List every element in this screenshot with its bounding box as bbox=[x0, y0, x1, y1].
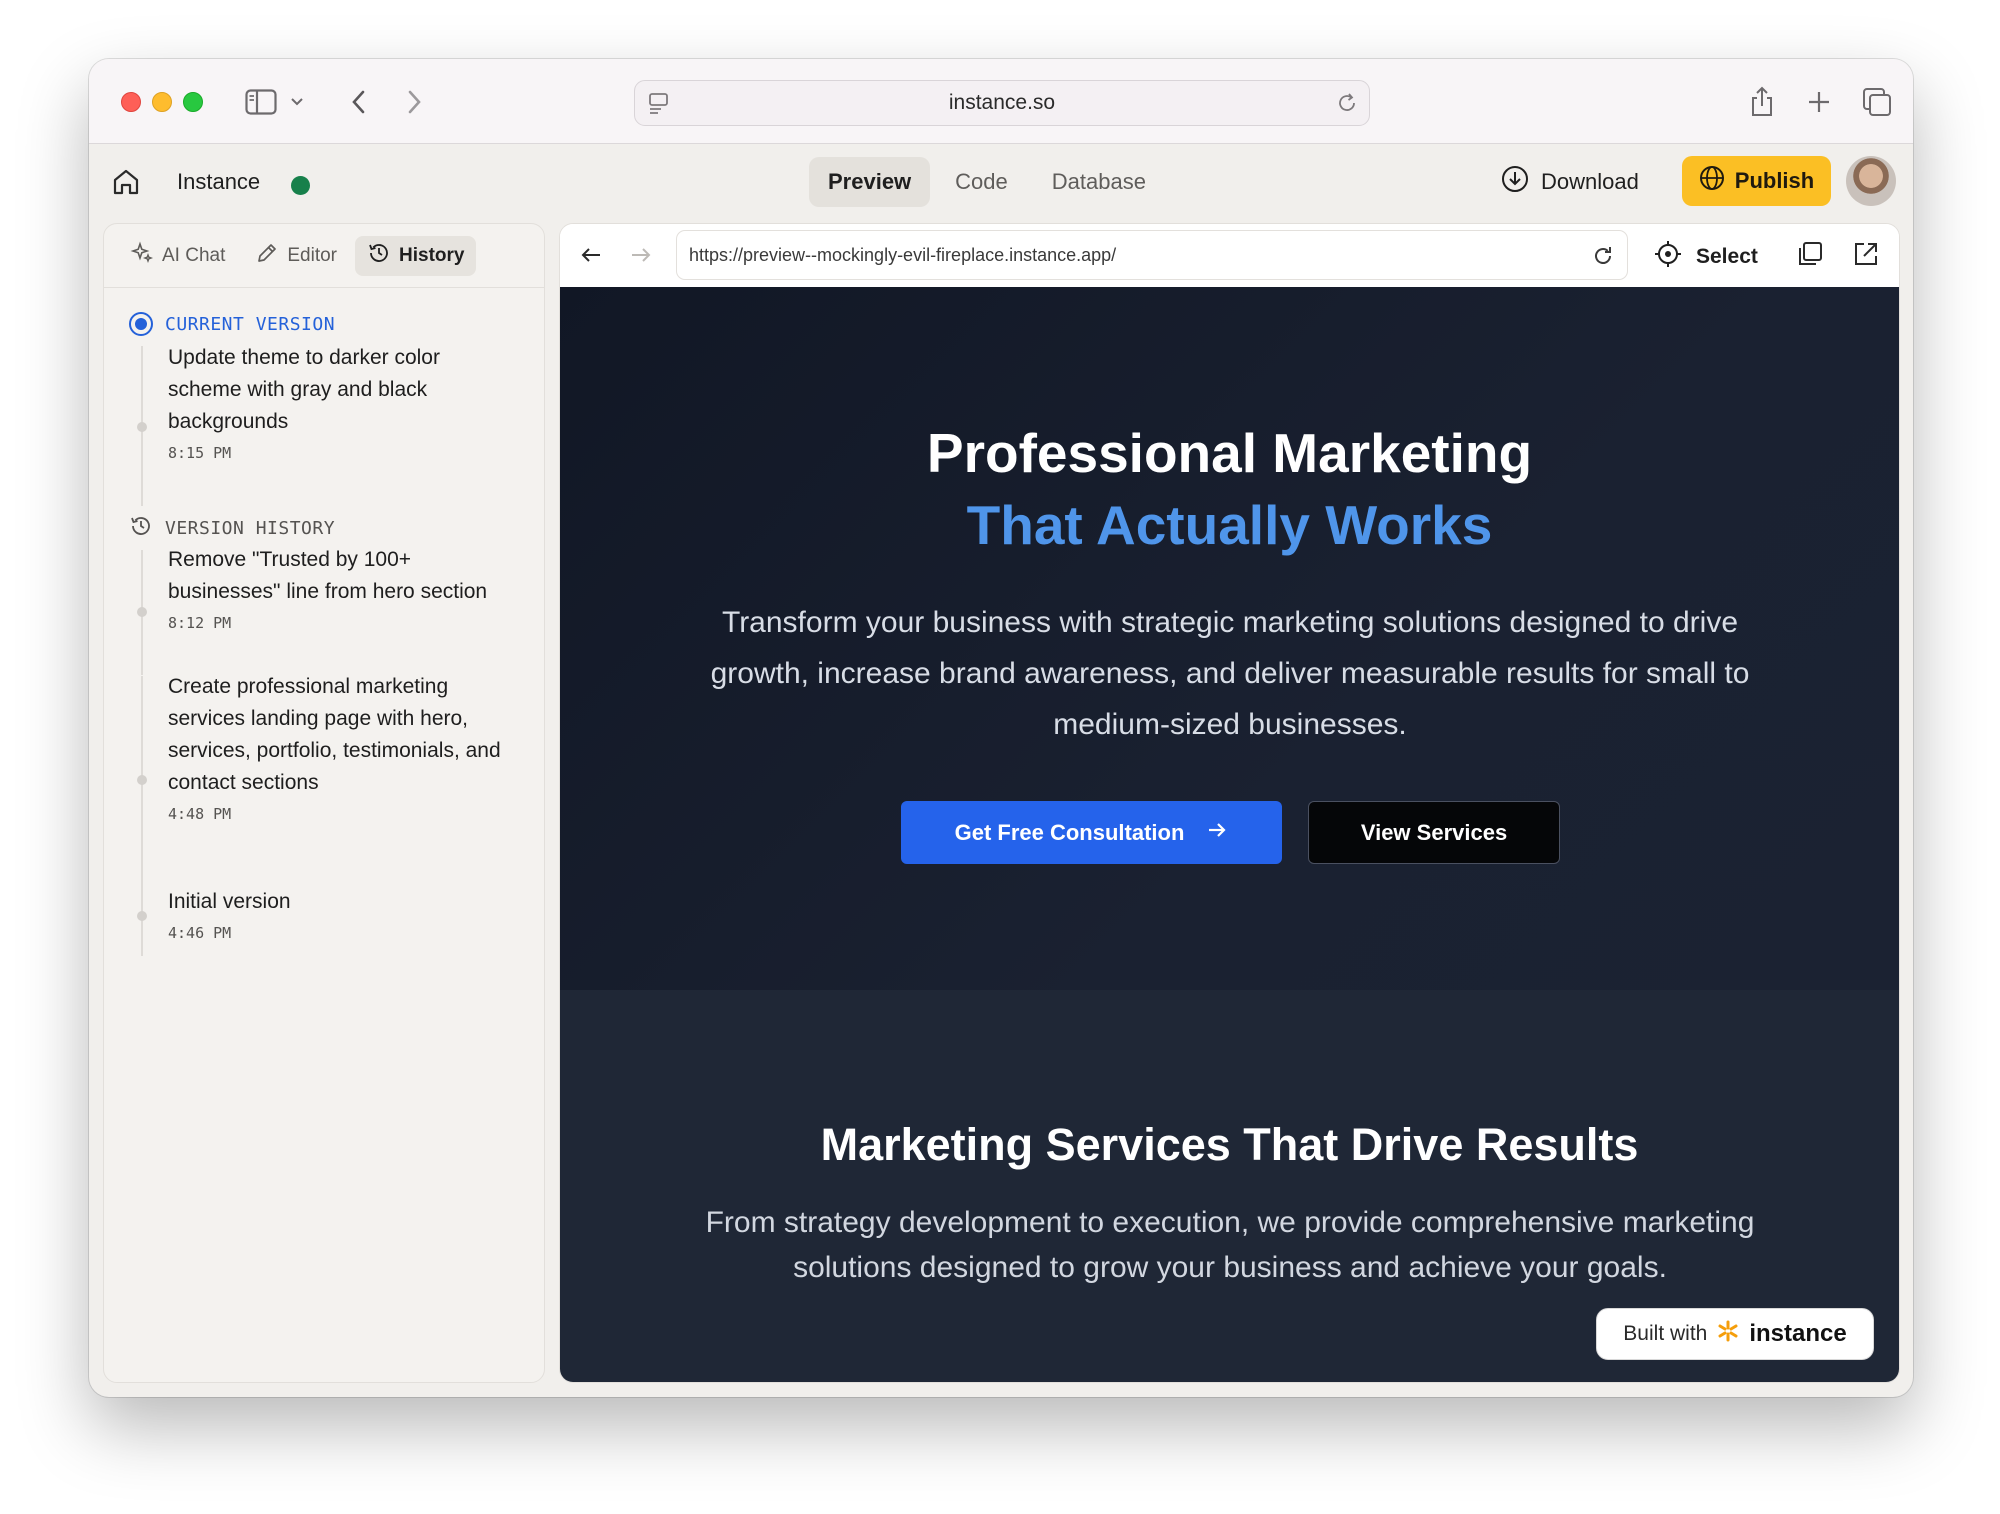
globe-icon bbox=[1699, 165, 1725, 197]
current-version-icon bbox=[129, 312, 153, 336]
version-message: Create professional marketing services l… bbox=[168, 675, 501, 794]
history-icon bbox=[129, 514, 153, 543]
hero-title: Professional Marketing That Actually Wor… bbox=[560, 417, 1899, 561]
tab-preview[interactable]: Preview bbox=[809, 157, 931, 207]
browser-titlebar: instance.so bbox=[89, 59, 1913, 144]
tab-overview-icon[interactable] bbox=[1857, 83, 1897, 121]
preview-toolbar: https://preview--mockingly-evil-fireplac… bbox=[560, 224, 1899, 287]
version-time: 8:12 PM bbox=[168, 614, 232, 632]
version-time: 4:46 PM bbox=[168, 924, 232, 942]
copy-icon[interactable] bbox=[1796, 240, 1824, 273]
view-services-button[interactable]: View Services bbox=[1308, 801, 1560, 864]
home-icon[interactable] bbox=[111, 167, 141, 202]
sidebar-tabs: AI Chat Editor History bbox=[118, 236, 477, 276]
tab-history-label: History bbox=[399, 245, 465, 266]
get-free-consultation-button[interactable]: Get Free Consultation bbox=[901, 801, 1282, 864]
current-version-label: CURRENT VERSION bbox=[165, 313, 336, 335]
download-button[interactable]: Download bbox=[1501, 165, 1639, 199]
history-sidebar: AI Chat Editor History CURRENT VERSION U… bbox=[103, 223, 545, 1383]
browser-url-text: instance.so bbox=[948, 91, 1056, 114]
timeline-line bbox=[141, 676, 143, 866]
sidebar-divider bbox=[104, 287, 544, 288]
current-version-heading: CURRENT VERSION bbox=[129, 312, 335, 336]
view-tabs: Preview Code Database bbox=[809, 157, 1165, 207]
sidebar-toggle-icon[interactable] bbox=[241, 83, 281, 121]
version-history-heading: VERSION HISTORY bbox=[129, 514, 335, 543]
tab-editor[interactable]: Editor bbox=[243, 236, 349, 276]
hero-title-accent: That Actually Works bbox=[966, 494, 1493, 556]
publish-label: Publish bbox=[1734, 168, 1815, 193]
timeline-dot bbox=[137, 607, 147, 617]
version-time: 4:48 PM bbox=[168, 805, 232, 823]
tab-code[interactable]: Code bbox=[936, 157, 1027, 207]
project-name[interactable]: Instance bbox=[177, 169, 260, 195]
open-external-icon[interactable] bbox=[1852, 240, 1880, 273]
site-preview: Professional Marketing That Actually Wor… bbox=[560, 287, 1899, 1382]
instance-logo-icon bbox=[1717, 1320, 1739, 1348]
zoom-window-button[interactable] bbox=[183, 92, 203, 112]
minimize-window-button[interactable] bbox=[152, 92, 172, 112]
hero-section: Professional Marketing That Actually Wor… bbox=[560, 287, 1899, 990]
forward-chevron-icon[interactable] bbox=[394, 83, 434, 121]
browser-window: instance.so Instance Preview Code Databa… bbox=[89, 59, 1913, 1397]
back-arrow-icon[interactable] bbox=[578, 242, 604, 273]
version-message: Update theme to darker color scheme with… bbox=[168, 346, 440, 433]
chevron-down-icon[interactable] bbox=[285, 83, 309, 121]
reload-icon[interactable] bbox=[1591, 244, 1615, 273]
back-chevron-icon[interactable] bbox=[339, 83, 379, 121]
history-icon bbox=[367, 241, 391, 271]
select-element-button[interactable]: Select bbox=[1654, 240, 1758, 274]
primary-cta-label: Get Free Consultation bbox=[954, 819, 1185, 845]
user-avatar[interactable] bbox=[1846, 156, 1896, 206]
new-tab-plus-icon[interactable] bbox=[1799, 83, 1839, 121]
version-history-label: VERSION HISTORY bbox=[165, 518, 336, 539]
arrow-right-icon bbox=[1206, 819, 1228, 847]
preview-url-text: https://preview--mockingly-evil-fireplac… bbox=[689, 244, 1117, 265]
download-icon bbox=[1501, 165, 1529, 199]
preview-url-input[interactable]: https://preview--mockingly-evil-fireplac… bbox=[676, 230, 1628, 280]
select-label: Select bbox=[1696, 245, 1758, 268]
close-window-button[interactable] bbox=[121, 92, 141, 112]
status-indicator bbox=[291, 176, 310, 195]
publish-button[interactable]: Publish bbox=[1682, 156, 1831, 206]
page-settings-icon[interactable] bbox=[647, 91, 671, 121]
sparkle-icon bbox=[130, 241, 154, 271]
crosshair-icon bbox=[1654, 240, 1682, 274]
hero-title-main: Professional Marketing bbox=[926, 422, 1533, 484]
browser-address-bar[interactable]: instance.so bbox=[634, 80, 1370, 126]
version-entry[interactable]: Initial version 4:46 PM bbox=[168, 886, 518, 942]
version-message: Remove "Trusted by 100+ businesses" line… bbox=[168, 548, 488, 603]
tab-history[interactable]: History bbox=[355, 236, 477, 276]
pencil-icon bbox=[255, 241, 279, 271]
built-with-brand: instance bbox=[1749, 1320, 1847, 1347]
tab-ai-chat[interactable]: AI Chat bbox=[118, 236, 237, 276]
timeline-dot bbox=[137, 422, 147, 432]
services-description: From strategy development to execution, … bbox=[705, 1206, 1755, 1284]
forward-arrow-icon[interactable] bbox=[628, 242, 654, 273]
preview-panel: https://preview--mockingly-evil-fireplac… bbox=[559, 223, 1900, 1383]
version-entry[interactable]: Remove "Trusted by 100+ businesses" line… bbox=[168, 544, 518, 632]
version-time: 8:15 PM bbox=[168, 444, 232, 462]
hero-description: Transform your business with strategic m… bbox=[710, 606, 1750, 741]
version-message: Initial version bbox=[168, 890, 291, 913]
timeline-dot bbox=[137, 775, 147, 785]
tab-editor-label: Editor bbox=[287, 245, 338, 266]
version-entry[interactable]: Create professional marketing services l… bbox=[168, 671, 518, 823]
services-title: Marketing Services That Drive Results bbox=[820, 1119, 1639, 1170]
share-icon[interactable] bbox=[1742, 83, 1782, 121]
built-with-label: Built with bbox=[1623, 1322, 1708, 1345]
reload-icon[interactable] bbox=[1335, 91, 1359, 121]
version-entry-current[interactable]: Update theme to darker color scheme with… bbox=[168, 342, 518, 462]
tab-ai-chat-label: AI Chat bbox=[162, 245, 226, 266]
app-header: Instance Preview Code Database Download … bbox=[89, 145, 1913, 223]
download-label: Download bbox=[1541, 169, 1639, 194]
tab-database[interactable]: Database bbox=[1033, 157, 1165, 207]
built-with-badge[interactable]: Built with instance bbox=[1596, 1308, 1874, 1360]
timeline-dot bbox=[137, 911, 147, 921]
